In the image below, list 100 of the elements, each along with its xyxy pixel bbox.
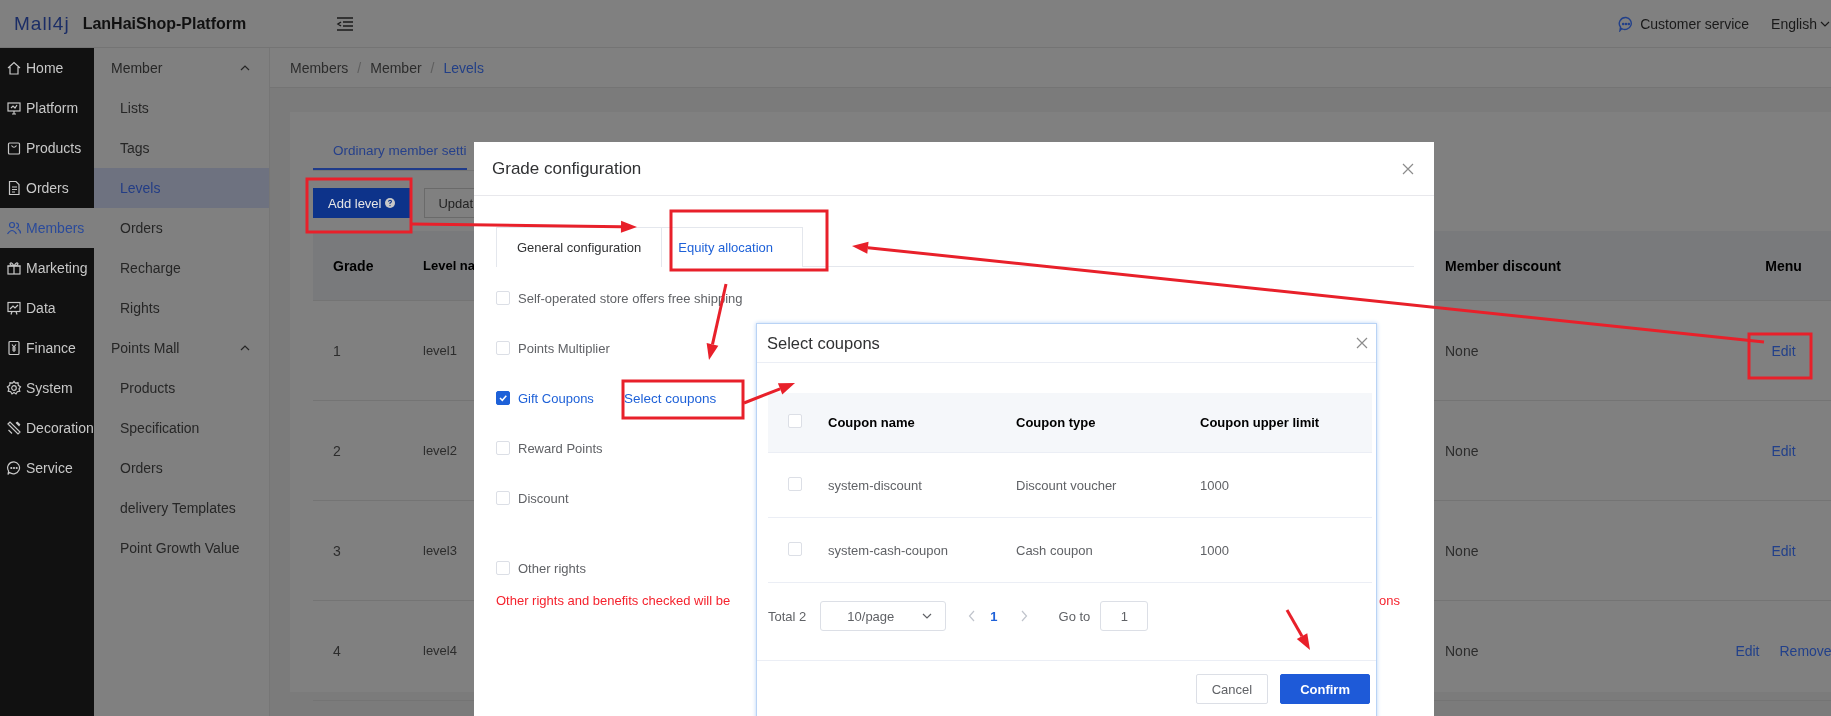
sidebar-item[interactable]: Marketing: [0, 248, 94, 288]
checkbox-label[interactable]: Gift Coupons: [518, 390, 594, 406]
update-button[interactable]: Updat: [424, 188, 475, 218]
checkbox-label[interactable]: Discount: [518, 490, 569, 506]
warning-text: ons: [1379, 593, 1400, 608]
sidebar-item[interactable]: Platform: [0, 88, 94, 128]
gear-icon: [6, 380, 22, 396]
language-selector[interactable]: English: [1771, 15, 1817, 32]
submenu-item[interactable]: Lists: [94, 88, 269, 128]
submenu-item[interactable]: Recharge: [94, 248, 269, 288]
confirm-button[interactable]: Confirm: [1280, 674, 1370, 704]
table-cell-text: 1000: [1199, 477, 1230, 493]
table-cell: None: [1445, 542, 1479, 559]
breadcrumb-item[interactable]: Members: [290, 59, 349, 76]
column-header: Menu: [1765, 257, 1802, 274]
menu-group[interactable]: Member: [94, 48, 269, 88]
sidebar-item[interactable]: Finance: [0, 328, 94, 368]
submenu-item[interactable]: Orders: [94, 448, 269, 488]
dialog-title: Select coupons: [767, 333, 880, 353]
gift-icon: [6, 260, 22, 276]
home-icon: [6, 60, 22, 76]
submenu-item[interactable]: Orders: [94, 208, 269, 248]
chevron-right-icon[interactable]: [1019, 610, 1028, 622]
table-cell-text: system-discount: [827, 477, 923, 493]
document-icon: [6, 180, 22, 196]
column-header: Level na: [422, 258, 474, 273]
annotation-arrow: [1285, 609, 1310, 650]
table-cell-text: 1000: [1199, 542, 1230, 558]
breadcrumb-separator: /: [357, 59, 362, 76]
app-title: LanHaiShop-Platform: [82, 14, 247, 33]
close-icon[interactable]: [1402, 162, 1414, 175]
table-cell-text: level3: [422, 543, 458, 558]
help-icon: [385, 198, 396, 208]
column-header: Coupon type: [1015, 415, 1097, 430]
annotation-arrow: [743, 383, 795, 405]
table-cell-text: Discount voucher: [1015, 477, 1118, 493]
table-cell: None: [1445, 342, 1479, 359]
table-cell: None: [1445, 442, 1479, 459]
select-coupons-link[interactable]: Select coupons: [623, 390, 717, 406]
edit-link[interactable]: Edit: [1735, 642, 1760, 659]
submenu-item[interactable]: delivery Templates: [94, 488, 269, 528]
breadcrumb-separator: /: [430, 59, 435, 76]
chart-icon: [6, 300, 22, 316]
menu-group[interactable]: Points Mall: [94, 328, 269, 368]
sidebar-item[interactable]: Orders: [0, 168, 94, 208]
edit-link[interactable]: Edit: [1771, 342, 1796, 359]
tab[interactable]: General configuration: [496, 227, 663, 267]
checkbox-label[interactable]: Reward Points: [518, 440, 603, 456]
highlight-box: [1747, 332, 1813, 380]
column-header: Member discount: [1445, 257, 1561, 274]
submenu-item[interactable]: Tags: [94, 128, 269, 168]
table-cell-text: system-cash-coupon: [827, 542, 949, 558]
logo: Mall4j: [14, 12, 70, 35]
table-cell-text: 3: [332, 542, 342, 559]
table-cell-text: Cash coupon: [1015, 542, 1094, 558]
edit-link[interactable]: Edit: [1771, 442, 1796, 459]
checkbox-label[interactable]: Other rights: [518, 560, 586, 576]
cancel-button[interactable]: Cancel: [1195, 674, 1269, 704]
tools-icon: [6, 420, 22, 436]
sidebar-item[interactable]: Products: [0, 128, 94, 168]
bag-icon: [6, 140, 22, 156]
table-cell-text: level4: [422, 643, 458, 658]
goto-label: Go to: [1058, 608, 1091, 624]
table-cell-text: level1: [422, 343, 458, 358]
chat-icon[interactable]: [1618, 15, 1635, 32]
edit-link[interactable]: Edit: [1771, 542, 1796, 559]
column-header: Grade: [332, 257, 375, 274]
total-count: Total 2: [768, 608, 807, 624]
submenu-item[interactable]: Rights: [94, 288, 269, 328]
page-number[interactable]: 1: [990, 608, 998, 624]
sidebar-item[interactable]: Service: [0, 448, 94, 488]
checkbox[interactable]: [496, 391, 510, 405]
sidebar-item[interactable]: Decoration: [0, 408, 94, 448]
breadcrumb-item[interactable]: Levels: [443, 59, 484, 76]
tab[interactable]: Equity allocation: [662, 227, 803, 267]
table-cell-text: level2: [422, 443, 458, 458]
sidebar-item[interactable]: Home: [0, 48, 94, 88]
add-button[interactable]: Add level: [313, 188, 411, 218]
submenu-item[interactable]: Products: [94, 368, 269, 408]
sidebar-item[interactable]: System: [0, 368, 94, 408]
table-cell-text: 2: [332, 442, 342, 459]
page-size-select[interactable]: 10/page: [820, 601, 947, 631]
submenu-item[interactable]: Point Growth Value: [94, 528, 269, 568]
breadcrumb-item[interactable]: Member: [370, 59, 422, 76]
submenu-item[interactable]: Specification: [94, 408, 269, 448]
remove-link[interactable]: Remove: [1779, 642, 1831, 659]
table-cell-text: 1: [332, 342, 342, 359]
menu-icon[interactable]: [336, 15, 355, 32]
customer-service-link[interactable]: Customer service: [1640, 15, 1750, 32]
warning-text: Other rights and benefits checked will be: [496, 593, 731, 608]
table-cell-text: 4: [332, 642, 342, 659]
tab[interactable]: Ordinary member setti: [313, 132, 467, 170]
page-input[interactable]: 1: [1100, 601, 1149, 631]
sidebar-item[interactable]: Data: [0, 288, 94, 328]
receipt-icon: [6, 340, 22, 356]
chevron-left-icon[interactable]: [968, 610, 977, 622]
chat-icon: [6, 460, 22, 476]
dialog-title: Grade configuration: [492, 158, 642, 179]
close-icon[interactable]: [1356, 337, 1368, 349]
checkbox-label[interactable]: Points Multiplier: [518, 340, 610, 356]
